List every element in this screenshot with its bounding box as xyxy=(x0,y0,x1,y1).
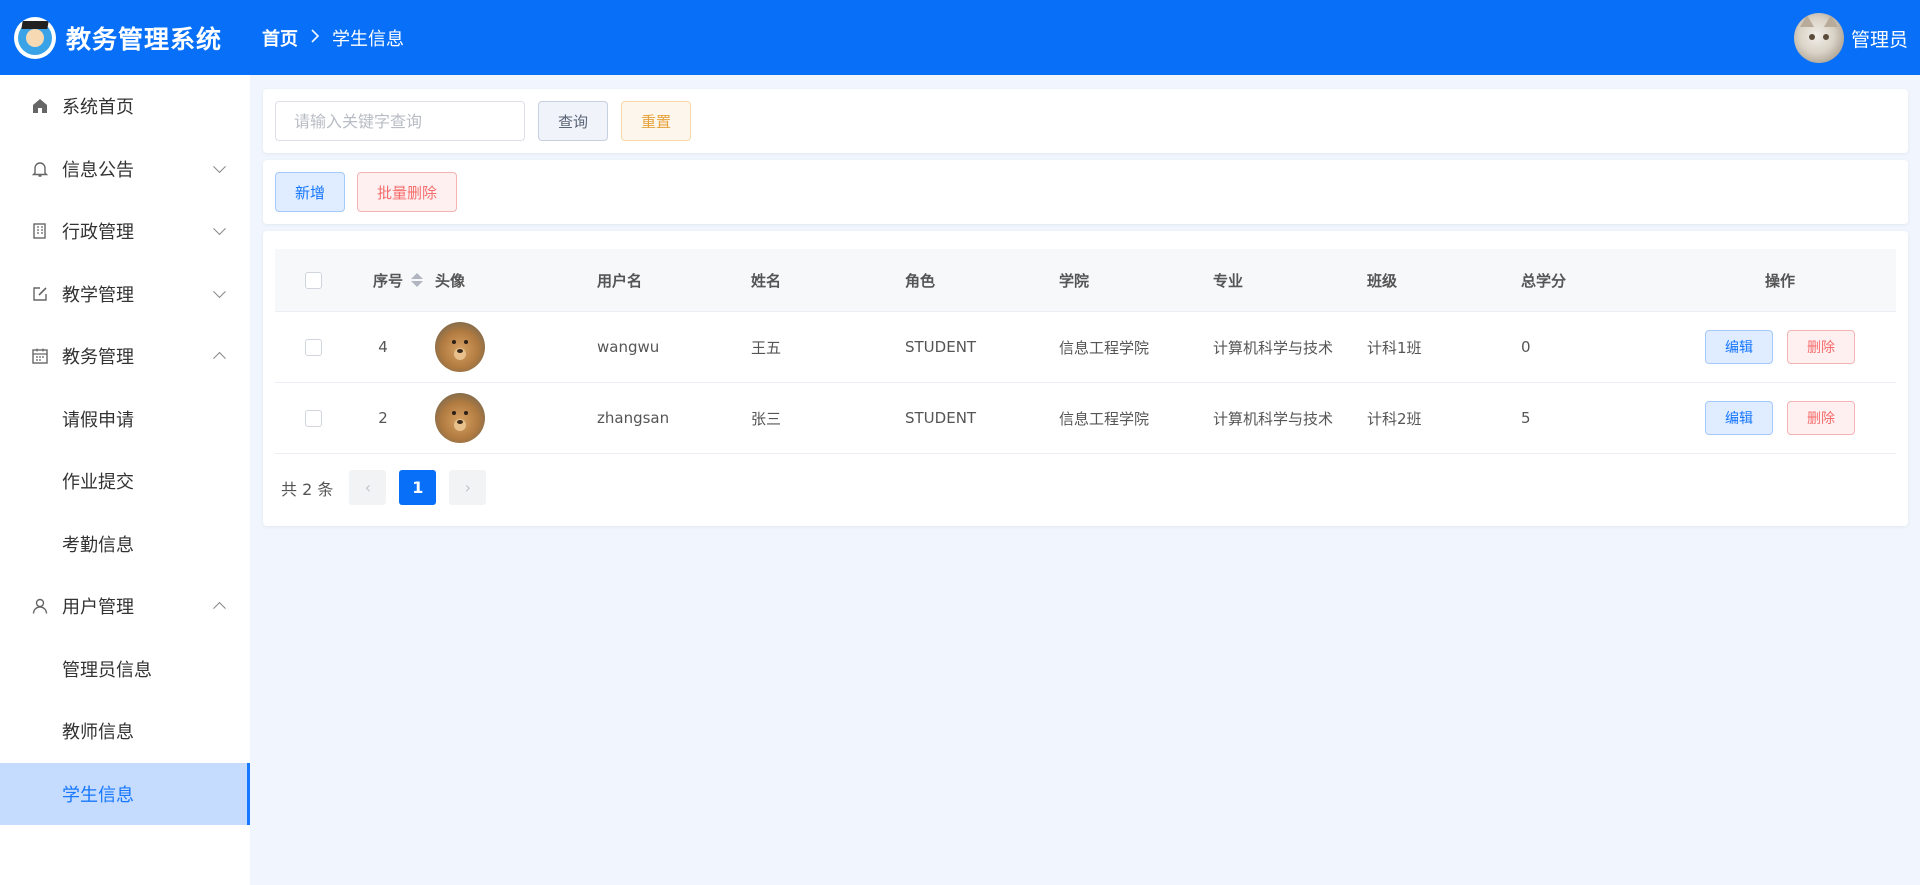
sidebar-item-users[interactable]: 用户管理 xyxy=(0,575,250,638)
user-menu[interactable]: 管理员 xyxy=(1793,13,1908,63)
cat-avatar-icon xyxy=(1793,13,1844,63)
action-bar: 新增 批量删除 xyxy=(263,160,1908,224)
column-header-label: 序号 xyxy=(373,271,404,290)
breadcrumb: 首页 学生信息 xyxy=(262,25,404,51)
sort-icon[interactable] xyxy=(411,273,424,287)
column-header-index[interactable]: 序号 xyxy=(331,270,435,291)
chevron-up-icon xyxy=(213,352,226,365)
next-page-button[interactable]: › xyxy=(449,470,487,505)
chevron-down-icon xyxy=(213,222,226,236)
batch-delete-button[interactable]: 批量删除 xyxy=(357,172,457,212)
query-button[interactable]: 查询 xyxy=(538,101,608,141)
sidebar: 系统首页 信息公告 行政管理 教学管理 教务管理 请假申请 作业提交 考勤信息 xyxy=(0,75,250,885)
cell-role: STUDENT xyxy=(905,409,977,427)
column-header-role: 角色 xyxy=(905,271,936,290)
column-header-college: 学院 xyxy=(1059,271,1090,290)
sidebar-item-label: 教学管理 xyxy=(62,284,134,306)
page-number-button[interactable]: 1 xyxy=(399,470,437,505)
column-header-major: 专业 xyxy=(1213,271,1244,290)
cell-index: 4 xyxy=(378,338,388,356)
table-row: 4 wangwu 王五 STUDENT 信息工程学院 计算机科学与技术 计科1班… xyxy=(275,312,1896,383)
chevron-right-icon: › xyxy=(464,478,472,497)
row-checkbox[interactable] xyxy=(304,338,322,356)
chevron-left-icon: ‹ xyxy=(364,478,372,497)
column-header-avatar: 头像 xyxy=(435,271,466,290)
chevron-up-icon xyxy=(213,602,226,615)
sidebar-item-notices[interactable]: 信息公告 xyxy=(0,138,250,201)
chevron-down-icon xyxy=(213,160,226,173)
delete-button[interactable]: 删除 xyxy=(1787,330,1855,364)
cell-college: 信息工程学院 xyxy=(1059,409,1150,428)
sidebar-item-label: 信息公告 xyxy=(62,159,134,181)
app-title: 教务管理系统 xyxy=(66,24,223,54)
cell-credits: 0 xyxy=(1521,338,1531,356)
cell-class: 计科1班 xyxy=(1367,338,1422,357)
bell-icon xyxy=(30,159,50,179)
chevron-right-icon xyxy=(310,28,320,47)
sidebar-item-teaching[interactable]: 教学管理 xyxy=(0,263,250,326)
column-header-name: 姓名 xyxy=(751,271,782,290)
select-all-checkbox[interactable] xyxy=(304,271,322,289)
cell-username: zhangsan xyxy=(597,409,670,427)
home-icon xyxy=(30,96,50,116)
pagination: 共 2 条 ‹ 1 › xyxy=(281,470,487,505)
row-checkbox[interactable] xyxy=(304,409,322,427)
breadcrumb-current: 学生信息 xyxy=(332,28,404,50)
cell-credits: 5 xyxy=(1521,409,1531,427)
app-logo[interactable]: 教务管理系统 xyxy=(0,16,250,59)
sidebar-subitem-students[interactable]: 学生信息 xyxy=(0,762,250,825)
calendar-icon xyxy=(30,346,50,366)
sidebar-subitem-homework[interactable]: 作业提交 xyxy=(0,450,250,513)
cell-role: STUDENT xyxy=(905,338,977,356)
dog-avatar-icon xyxy=(435,393,485,443)
cell-class: 计科2班 xyxy=(1367,409,1422,428)
cell-name: 张三 xyxy=(751,409,782,428)
sidebar-subitem-attendance[interactable]: 考勤信息 xyxy=(0,513,250,576)
top-header: 教务管理系统 首页 学生信息 管理员 xyxy=(0,0,1920,75)
column-header-credits: 总学分 xyxy=(1521,271,1567,290)
sidebar-subitem-teachers[interactable]: 教师信息 xyxy=(0,700,250,763)
sidebar-subitem-admins[interactable]: 管理员信息 xyxy=(0,638,250,701)
search-input[interactable] xyxy=(275,101,525,141)
search-bar: 查询 重置 xyxy=(263,89,1908,153)
delete-button[interactable]: 删除 xyxy=(1787,401,1855,435)
table-header: 序号 头像 用户名 姓名 角色 学院 专业 班级 总学分 操作 xyxy=(275,249,1896,312)
user-name: 管理员 xyxy=(1850,28,1908,51)
edit-button[interactable]: 编辑 xyxy=(1705,401,1773,435)
edit-icon xyxy=(30,284,50,304)
sidebar-item-label: 用户管理 xyxy=(62,597,134,619)
prev-page-button[interactable]: ‹ xyxy=(349,470,387,505)
column-header-class: 班级 xyxy=(1367,271,1398,290)
column-header-operations: 操作 xyxy=(1764,271,1795,290)
breadcrumb-home[interactable]: 首页 xyxy=(262,25,298,51)
sidebar-subitem-leave[interactable]: 请假申请 xyxy=(0,388,250,451)
cell-index: 2 xyxy=(378,409,388,427)
dog-avatar-icon xyxy=(435,322,485,372)
pagination-total: 共 2 条 xyxy=(281,479,334,499)
add-button[interactable]: 新增 xyxy=(275,172,345,212)
sidebar-item-label: 教务管理 xyxy=(62,347,134,369)
chevron-down-icon xyxy=(213,285,226,298)
sidebar-item-label: 系统首页 xyxy=(62,97,134,119)
user-icon xyxy=(30,596,50,616)
sidebar-item-home[interactable]: 系统首页 xyxy=(0,75,250,138)
cell-name: 王五 xyxy=(751,338,782,357)
cell-major: 计算机科学与技术 xyxy=(1213,338,1334,357)
cell-major: 计算机科学与技术 xyxy=(1213,409,1334,428)
reset-button[interactable]: 重置 xyxy=(621,101,691,141)
sidebar-item-academic[interactable]: 教务管理 xyxy=(0,325,250,388)
cell-username: wangwu xyxy=(597,338,660,356)
graduate-owl-logo-icon xyxy=(14,16,56,59)
edit-button[interactable]: 编辑 xyxy=(1705,330,1773,364)
student-table-card: 序号 头像 用户名 姓名 角色 学院 专业 班级 总学分 操作 4 wangwu xyxy=(263,231,1908,526)
building-icon xyxy=(30,221,50,241)
table-row: 2 zhangsan 张三 STUDENT 信息工程学院 计算机科学与技术 计科… xyxy=(275,383,1896,454)
student-table: 序号 头像 用户名 姓名 角色 学院 专业 班级 总学分 操作 4 wangwu xyxy=(275,249,1896,454)
column-header-username: 用户名 xyxy=(597,271,643,290)
sidebar-item-label: 行政管理 xyxy=(62,222,134,244)
cell-college: 信息工程学院 xyxy=(1059,338,1150,357)
sidebar-item-admin[interactable]: 行政管理 xyxy=(0,200,250,263)
